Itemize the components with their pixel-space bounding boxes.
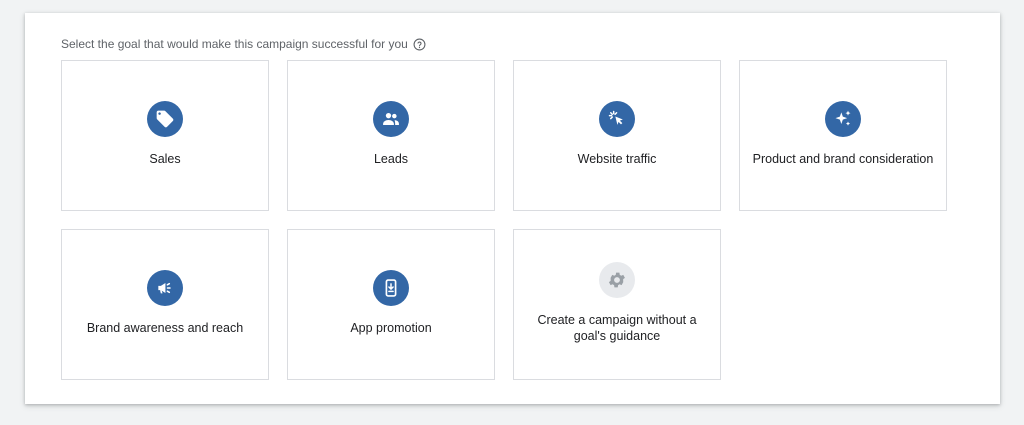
goal-prompt-text: Select the goal that would make this cam… [61, 37, 408, 51]
phone-download-icon [373, 270, 409, 306]
goal-card-label: Leads [373, 152, 409, 166]
goal-card-label-line1: Create a campaign without a [537, 313, 697, 327]
goal-card-leads[interactable]: Leads [287, 60, 495, 211]
goal-card-sales[interactable]: Sales [61, 60, 269, 211]
goal-card-label: App promotion [350, 321, 432, 335]
goal-card-label: Sales [149, 152, 181, 166]
cursor-click-icon [599, 101, 635, 137]
tag-icon [147, 101, 183, 137]
goal-card-label: Product and brand consideration [752, 152, 934, 166]
goal-card-app-promotion[interactable]: App promotion [287, 229, 495, 380]
help-icon[interactable] [413, 38, 426, 51]
goal-card-website-traffic[interactable]: Website traffic [513, 60, 721, 211]
goal-card-brand-awareness-reach[interactable]: Brand awareness and reach [61, 229, 269, 380]
goal-selection-panel: Select the goal that would make this cam… [25, 13, 1000, 404]
goal-card-no-guidance[interactable]: Create a campaign without a goal's guida… [513, 229, 721, 380]
megaphone-icon [147, 270, 183, 306]
people-icon [373, 101, 409, 137]
goal-card-label: Brand awareness and reach [86, 321, 244, 335]
sparkle-icon [825, 101, 861, 137]
goal-card-label-line2: goal's guidance [573, 329, 661, 343]
goal-card-product-brand-consideration[interactable]: Product and brand consideration [739, 60, 947, 211]
goal-prompt: Select the goal that would make this cam… [61, 37, 426, 51]
goal-card-label: Website traffic [577, 152, 657, 166]
gear-icon [599, 262, 635, 298]
goal-card-label: Create a campaign without a goal's guida… [524, 312, 710, 344]
